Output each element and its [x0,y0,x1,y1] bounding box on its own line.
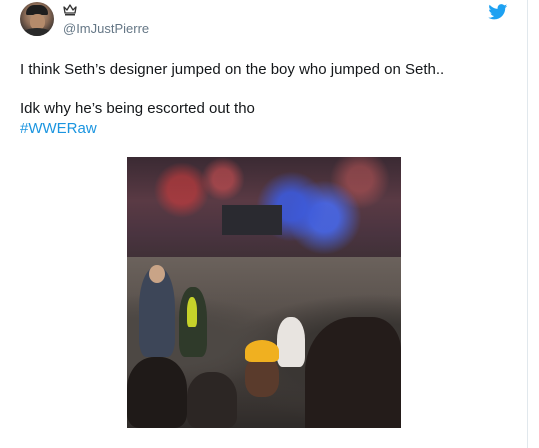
avatar-shirt [22,28,52,36]
tweet-video[interactable] [127,157,401,428]
spectator [127,357,187,428]
spectator [187,297,197,327]
spectator [149,265,165,283]
escorted-person-face [245,357,279,397]
crown-icon [63,4,77,16]
tweet-text-line-2: Idk why he’s being escorted out tho [20,100,255,117]
foreground-person-hair [305,317,401,428]
spectator [187,372,237,428]
tweet-text-line-1: I think Seth’s designer jumped on the bo… [20,61,445,78]
arena-structure [222,205,282,235]
avatar[interactable] [20,2,54,36]
spectator [277,317,305,367]
hashtag-link[interactable]: #WWERaw [20,120,97,138]
card-border [527,0,528,448]
user-handle[interactable]: @ImJustPierre [63,21,149,37]
twitter-bird-icon[interactable] [488,4,508,20]
yellow-beanie [245,340,279,362]
